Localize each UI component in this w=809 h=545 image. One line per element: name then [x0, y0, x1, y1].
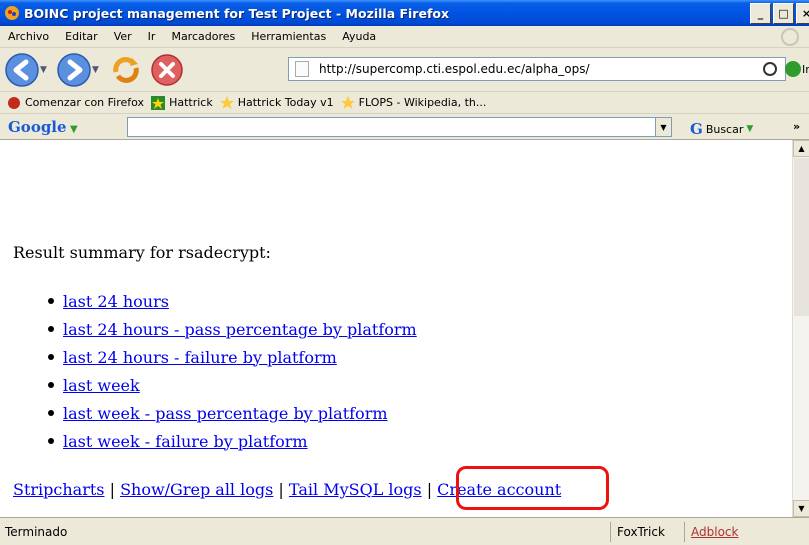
google-buscar-button[interactable]: G Buscar ▼	[690, 120, 753, 138]
buscar-label: Buscar	[705, 122, 744, 136]
bullet-icon	[48, 354, 54, 360]
google-logo[interactable]: Google ▼	[8, 118, 78, 136]
bullet-icon	[48, 298, 54, 304]
star-bookmark-icon	[219, 95, 234, 109]
bookmark-label: Hattrick Today v1	[237, 96, 334, 109]
vertical-scrollbar[interactable]: ▲ ▼	[792, 140, 809, 517]
bookmark-hattrick[interactable]: Hattrick	[150, 95, 213, 110]
google-g-icon: G	[690, 120, 703, 138]
page-content: Result summary for rsadecrypt: last 24 h…	[0, 140, 792, 517]
address-bar[interactable]: http://supercomp.cti.espol.edu.ec/alpha_…	[288, 57, 786, 81]
status-bar: Terminado FoxTrick Adblock	[0, 517, 809, 545]
bookmark-label: FLOPS - Wikipedia, th...	[358, 96, 487, 109]
link-last-24-hours[interactable]: last 24 hours	[63, 292, 169, 311]
toolbar-overflow-chevron-icon[interactable]: »	[793, 120, 800, 133]
link-tail-mysql-logs[interactable]: Tail MySQL logs	[289, 480, 422, 499]
link-last-week[interactable]: last week	[63, 376, 140, 395]
create-account-highlight	[456, 466, 609, 510]
bookmark-comenzar-firefox[interactable]: Comenzar con Firefox	[6, 96, 144, 110]
hattrick-bookmark-icon	[151, 95, 166, 110]
star-bookmark-icon	[340, 95, 355, 109]
scroll-down-icon[interactable]: ▼	[793, 500, 809, 517]
firefox-bookmark-icon	[8, 96, 20, 109]
window-titlebar: BOINC project management for Test Projec…	[0, 0, 809, 26]
reload-icon	[113, 56, 139, 83]
back-button[interactable]	[3, 51, 41, 89]
bookmark-label: Hattrick	[169, 96, 213, 109]
menu-marcadores[interactable]: Marcadores	[163, 30, 243, 43]
minimize-button[interactable]: _	[750, 3, 771, 24]
scrollbar-thumb[interactable]	[794, 158, 809, 316]
close-button[interactable]: ×	[796, 3, 809, 24]
forward-arrow-icon	[57, 52, 91, 87]
google-logo-text: Google	[8, 117, 67, 136]
link-last-24-hours-failure[interactable]: last 24 hours - failure by platform	[63, 348, 337, 367]
list-item: last 24 hours	[48, 287, 417, 315]
list-item: last 24 hours - failure by platform	[48, 343, 417, 371]
go-button-icon[interactable]	[785, 61, 801, 77]
boinc-icon	[5, 6, 19, 20]
bullet-icon	[48, 382, 54, 388]
bookmark-flops-wikipedia[interactable]: FLOPS - Wikipedia, th...	[340, 95, 487, 110]
url-text: http://supercomp.cti.espol.edu.ec/alpha_…	[319, 62, 590, 76]
scroll-up-icon[interactable]: ▲	[793, 140, 809, 157]
menu-ver[interactable]: Ver	[106, 30, 140, 43]
go-button-label[interactable]: Ir	[802, 63, 809, 76]
status-text: Terminado	[5, 524, 68, 539]
menu-herramientas[interactable]: Herramientas	[243, 30, 334, 43]
list-item: last week - failure by platform	[48, 427, 417, 455]
page-icon	[295, 61, 309, 77]
menu-ir[interactable]: Ir	[140, 30, 164, 43]
bookmarks-toolbar: Comenzar con Firefox Hattrick Hattrick T…	[0, 92, 809, 114]
url-history-dropdown-icon[interactable]	[763, 62, 777, 76]
link-separator: |	[104, 480, 121, 499]
link-separator: |	[421, 480, 438, 499]
adblock-status[interactable]: Adblock	[684, 522, 774, 542]
menu-archivo[interactable]: Archivo	[0, 30, 57, 43]
window-controls: _ □ ×	[750, 3, 809, 24]
result-summary-heading: Result summary for rsadecrypt:	[13, 243, 271, 262]
activity-throbber-icon	[781, 28, 799, 46]
maximize-button[interactable]: □	[773, 3, 794, 24]
list-item: last week - pass percentage by platform	[48, 399, 417, 427]
google-toolbar: Google ▼ ▼ G Buscar ▼ »	[0, 114, 809, 140]
back-history-dropdown-icon[interactable]: ▼	[40, 65, 52, 75]
list-item: last week	[48, 371, 417, 399]
bookmark-label: Comenzar con Firefox	[25, 96, 145, 109]
bullet-icon	[48, 326, 54, 332]
window-title: BOINC project management for Test Projec…	[24, 5, 450, 21]
bullet-icon	[48, 410, 54, 416]
link-last-24-hours-pass-percentage[interactable]: last 24 hours - pass percentage by platf…	[63, 320, 417, 339]
link-last-week-pass-percentage[interactable]: last week - pass percentage by platform	[63, 404, 388, 423]
stop-button[interactable]	[148, 51, 186, 89]
menu-editar[interactable]: Editar	[57, 30, 106, 43]
back-arrow-icon	[5, 52, 39, 87]
foxtrick-status[interactable]: FoxTrick	[610, 522, 682, 542]
navigation-toolbar: ▼ ▼ http://supercomp.cti.espol.edu.ec/al…	[0, 48, 809, 92]
stop-icon	[151, 53, 183, 86]
list-item: last 24 hours - pass percentage by platf…	[48, 315, 417, 343]
result-link-list: last 24 hours last 24 hours - pass perce…	[48, 287, 417, 455]
menu-bar: Archivo Editar Ver Ir Marcadores Herrami…	[0, 26, 809, 48]
forward-history-dropdown-icon[interactable]: ▼	[92, 65, 104, 75]
google-search-dropdown-icon[interactable]: ▼	[655, 117, 672, 137]
reload-button[interactable]	[107, 51, 145, 89]
menu-ayuda[interactable]: Ayuda	[334, 30, 384, 43]
link-stripcharts[interactable]: Stripcharts	[13, 480, 105, 499]
link-show-grep-logs[interactable]: Show/Grep all logs	[120, 480, 273, 499]
buscar-dropdown-icon: ▼	[746, 124, 754, 134]
bookmark-hattrick-today[interactable]: Hattrick Today v1	[219, 95, 334, 110]
google-search-input[interactable]	[127, 117, 657, 137]
forward-button[interactable]	[55, 51, 93, 89]
link-separator: |	[273, 480, 289, 499]
bullet-icon	[48, 438, 54, 444]
link-last-week-failure[interactable]: last week - failure by platform	[63, 432, 308, 451]
